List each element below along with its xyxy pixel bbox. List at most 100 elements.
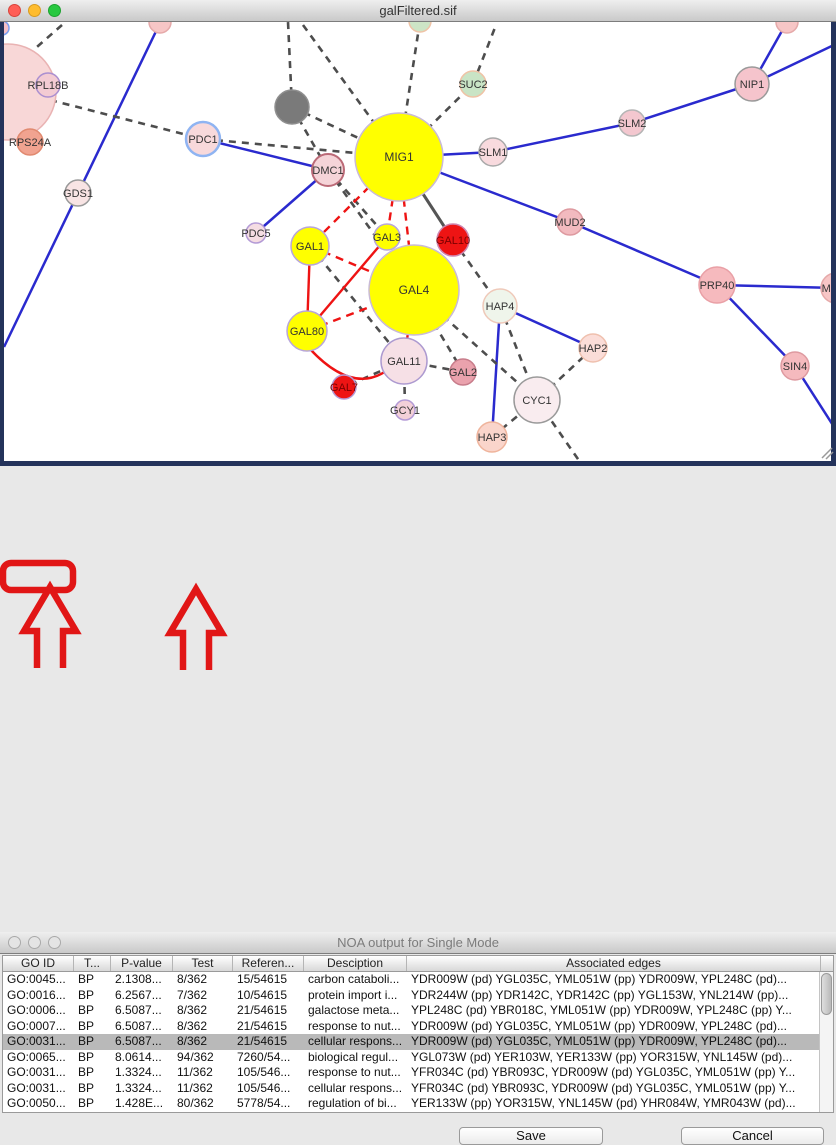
table-row[interactable]: GO:0050...BP1.428E...80/3625778/54...reg… — [3, 1096, 833, 1112]
node-label-GAL11: GAL11 — [387, 356, 420, 368]
table-cell: BP — [74, 1081, 111, 1097]
column-header-associated-edges[interactable]: Associated edges — [407, 956, 821, 971]
table-cell: GO:0031... — [3, 1065, 74, 1081]
table-cell: BP — [74, 1050, 111, 1066]
scrollbar-thumb[interactable] — [821, 973, 832, 1015]
table-cell: YPL248C (pd) YBR018C, YML051W (pp) YDR00… — [407, 1003, 821, 1019]
canvas-background — [0, 22, 836, 462]
table-cell: 10/54615 — [233, 988, 304, 1004]
table-cell: regulation of bi... — [304, 1096, 407, 1112]
table-cell: cellular respons... — [304, 1034, 407, 1050]
noa-window-titlebar[interactable]: NOA output for Single Mode — [0, 932, 836, 954]
table-cell: 1.3324... — [111, 1065, 173, 1081]
network-window-title: galFiltered.sif — [0, 0, 836, 22]
table-cell: YER133W (pp) YOR315W, YNL145W (pd) YHR08… — [407, 1096, 821, 1112]
node-label-RPS24A: RPS24A — [9, 137, 52, 149]
node-gray-node[interactable] — [275, 90, 309, 124]
table-header-row: GO IDT...P-valueTestReferen...Desciption… — [3, 956, 833, 972]
column-header-desciption[interactable]: Desciption — [304, 956, 407, 971]
table-cell: 6.5087... — [111, 1003, 173, 1019]
node-label-HAP3: HAP3 — [478, 432, 507, 444]
table-cell: GO:0065... — [3, 1050, 74, 1066]
noa-window-title: NOA output for Single Mode — [0, 932, 836, 954]
save-button[interactable]: Save — [459, 1127, 603, 1145]
table-cell: 2.1308... — [111, 972, 173, 988]
table-cell: BP — [74, 972, 111, 988]
table-row[interactable]: GO:0031...BP1.3324...11/362105/546...res… — [3, 1065, 833, 1081]
table-cell: 105/546... — [233, 1065, 304, 1081]
noa-results-table: GO IDT...P-valueTestReferen...Desciption… — [2, 955, 834, 1113]
column-header-referen-[interactable]: Referen... — [233, 956, 304, 971]
table-cell: 11/362 — [173, 1081, 233, 1097]
table-row[interactable]: GO:0016...BP6.2567...7/36210/54615protei… — [3, 988, 833, 1004]
table-cell: 11/362 — [173, 1065, 233, 1081]
column-header-p-value[interactable]: P-value — [111, 956, 173, 971]
table-cell: protein import i... — [304, 988, 407, 1004]
noa-window: NOA output for Single Mode GO IDT...P-va… — [0, 466, 836, 704]
table-cell: YDR009W (pd) YGL035C, YML051W (pp) YDR00… — [407, 1019, 821, 1035]
table-cell: BP — [74, 1019, 111, 1035]
table-row[interactable]: GO:0007...BP6.5087...8/36221/54615respon… — [3, 1019, 833, 1035]
table-cell: GO:0007... — [3, 1019, 74, 1035]
node-label-HAP2: HAP2 — [579, 343, 608, 355]
table-cell: YFR034C (pd) YBR093C, YDR009W (pd) YGL03… — [407, 1081, 821, 1097]
node-label-PDC1: PDC1 — [188, 134, 217, 146]
table-cell: BP — [74, 1065, 111, 1081]
node-label-GDS1: GDS1 — [63, 188, 93, 200]
table-cell: BP — [74, 1096, 111, 1112]
node-label-GAL2: GAL2 — [449, 367, 477, 379]
table-cell: cellular respons... — [304, 1081, 407, 1097]
table-cell: 8.0614... — [111, 1050, 173, 1066]
table-cell: 80/362 — [173, 1096, 233, 1112]
table-cell: 105/546... — [233, 1081, 304, 1097]
table-cell: YDR009W (pd) YGL035C, YML051W (pp) YDR00… — [407, 972, 821, 988]
column-header-t-[interactable]: T... — [74, 956, 111, 971]
table-row[interactable]: GO:0031...BP1.3324...11/362105/546...cel… — [3, 1081, 833, 1097]
column-header-go-id[interactable]: GO ID — [3, 956, 74, 971]
node-label-CYC1: CYC1 — [522, 395, 551, 407]
table-row[interactable]: GO:0045...BP2.1308...8/36215/54615carbon… — [3, 972, 833, 988]
table-cell: 7/362 — [173, 988, 233, 1004]
node-label-MIG1: MIG1 — [384, 150, 414, 164]
table-cell: GO:0031... — [3, 1081, 74, 1097]
table-cell: GO:0016... — [3, 988, 74, 1004]
table-cell: 15/54615 — [233, 972, 304, 988]
table-cell: galactose meta... — [304, 1003, 407, 1019]
network-window-titlebar[interactable]: galFiltered.sif — [0, 0, 836, 22]
table-cell: biological regul... — [304, 1050, 407, 1066]
table-cell: 8/362 — [173, 1034, 233, 1050]
table-row[interactable]: GO:0065...BP8.0614...94/3627260/54...bio… — [3, 1050, 833, 1066]
table-row[interactable]: GO:0006...BP6.5087...8/36221/54615galact… — [3, 1003, 833, 1019]
canvas-border-left — [0, 22, 4, 466]
node-label-GAL80: GAL80 — [290, 326, 324, 338]
table-cell: 6.5087... — [111, 1019, 173, 1035]
cancel-button[interactable]: Cancel — [681, 1127, 824, 1145]
canvas-border-right — [831, 22, 836, 466]
table-cell: 7260/54... — [233, 1050, 304, 1066]
node-label-SUC2: SUC2 — [458, 79, 487, 91]
node-label-PDC5: PDC5 — [241, 228, 270, 240]
node-label-SLM1: SLM1 — [479, 147, 508, 159]
table-cell: GO:0045... — [3, 972, 74, 988]
column-header-test[interactable]: Test — [173, 956, 233, 971]
table-cell: 1.3324... — [111, 1081, 173, 1097]
node-label-RPL18B: RPL18B — [28, 80, 69, 92]
table-row[interactable]: GO:0031...BP6.5087...8/36221/54615cellul… — [3, 1034, 833, 1050]
table-cell: 1.428E... — [111, 1096, 173, 1112]
table-cell: YDR244W (pp) YDR142C, YDR142C (pp) YGL15… — [407, 988, 821, 1004]
network-canvas[interactable]: RPL18BRPS24AGDS1PDC1DMC1MIG1SUC2SLM1SLM2… — [0, 22, 836, 466]
table-body: GO:0045...BP2.1308...8/36215/54615carbon… — [3, 972, 833, 1112]
table-cell: GO:0050... — [3, 1096, 74, 1112]
table-cell: 21/54615 — [233, 1034, 304, 1050]
node-label-MUD2: MUD2 — [554, 217, 585, 229]
node-label-GAL1: GAL1 — [296, 241, 324, 253]
table-cell: YGL073W (pd) YER103W, YER133W (pp) YOR31… — [407, 1050, 821, 1066]
node-label-NIP1: NIP1 — [740, 79, 764, 91]
table-cell: 8/362 — [173, 1003, 233, 1019]
vertical-scrollbar[interactable] — [819, 972, 833, 1112]
node-label-GAL10: GAL10 — [436, 235, 470, 247]
table-cell: 5778/54... — [233, 1096, 304, 1112]
table-cell: YDR009W (pd) YGL035C, YML051W (pp) YDR00… — [407, 1034, 821, 1050]
node-label-SLM2: SLM2 — [618, 118, 647, 130]
table-cell: 8/362 — [173, 1019, 233, 1035]
